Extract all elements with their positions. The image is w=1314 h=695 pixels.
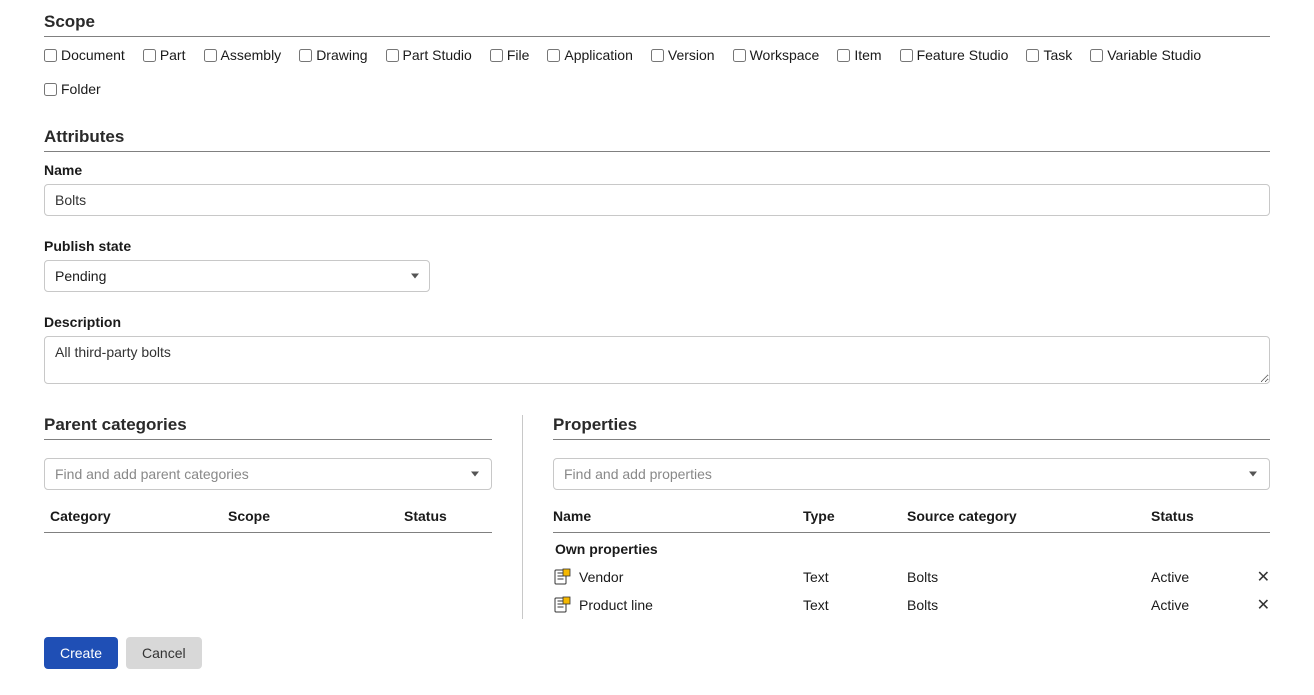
description-label: Description <box>44 314 1270 330</box>
scope-item-part[interactable]: Part <box>143 47 186 63</box>
scope-item-task[interactable]: Task <box>1026 47 1072 63</box>
scope-label: Version <box>668 47 715 63</box>
property-type: Text <box>803 597 907 613</box>
attributes-rule <box>44 151 1270 152</box>
scope-label: Assembly <box>221 47 282 63</box>
property-status: Active <box>1151 597 1242 613</box>
scope-label: Folder <box>61 81 101 97</box>
chevron-down-icon <box>1249 472 1257 477</box>
scope-checkbox-application[interactable] <box>547 49 560 62</box>
scope-label: Task <box>1043 47 1072 63</box>
remove-property-button[interactable]: ✕ <box>1257 598 1270 614</box>
col-name: Name <box>553 508 803 524</box>
scope-item-application[interactable]: Application <box>547 47 633 63</box>
close-icon: ✕ <box>1257 569 1270 586</box>
remove-property-button[interactable]: ✕ <box>1257 570 1270 586</box>
parent-categories-placeholder: Find and add parent categories <box>55 466 249 482</box>
publish-state-label: Publish state <box>44 238 1270 254</box>
properties-placeholder: Find and add properties <box>564 466 712 482</box>
scope-label: Item <box>854 47 881 63</box>
scope-checkbox-drawing[interactable] <box>299 49 312 62</box>
footer-buttons: Create Cancel <box>44 637 1270 669</box>
scope-checkbox-row: Document Part Assembly Drawing Part Stud… <box>44 47 1270 97</box>
scope-label: File <box>507 47 530 63</box>
parent-categories-search[interactable]: Find and add parent categories <box>44 458 492 490</box>
parent-categories-table-head: Category Scope Status <box>44 508 492 533</box>
scope-item-drawing[interactable]: Drawing <box>299 47 367 63</box>
scope-checkbox-task[interactable] <box>1026 49 1039 62</box>
scope-item-folder[interactable]: Folder <box>44 81 101 97</box>
description-textarea[interactable] <box>44 336 1270 384</box>
scope-section-title: Scope <box>44 12 1270 32</box>
scope-checkbox-document[interactable] <box>44 49 57 62</box>
scope-item-item[interactable]: Item <box>837 47 881 63</box>
property-icon <box>553 568 571 586</box>
property-type: Text <box>803 569 907 585</box>
property-status: Active <box>1151 569 1242 585</box>
parent-categories-rule <box>44 439 492 440</box>
scope-label: Part <box>160 47 186 63</box>
own-properties-group-label: Own properties <box>553 533 1270 563</box>
publish-state-field-group: Publish state Pending <box>44 238 1270 292</box>
property-name: Vendor <box>579 569 623 585</box>
scope-label: Document <box>61 47 125 63</box>
create-button[interactable]: Create <box>44 637 118 669</box>
col-type: Type <box>803 508 907 524</box>
property-row: Product line Text Bolts Active ✕ <box>553 591 1270 619</box>
property-name: Product line <box>579 597 653 613</box>
description-field-group: Description <box>44 314 1270 387</box>
scope-checkbox-version[interactable] <box>651 49 664 62</box>
close-icon: ✕ <box>1257 597 1270 614</box>
properties-search[interactable]: Find and add properties <box>553 458 1270 490</box>
scope-item-document[interactable]: Document <box>44 47 125 63</box>
scope-label: Part Studio <box>403 47 472 63</box>
scope-label: Feature Studio <box>917 47 1009 63</box>
property-source-category: Bolts <box>907 597 1151 613</box>
scope-item-variable-studio[interactable]: Variable Studio <box>1090 47 1201 63</box>
scope-label: Drawing <box>316 47 367 63</box>
scope-item-part-studio[interactable]: Part Studio <box>386 47 472 63</box>
scope-checkbox-file[interactable] <box>490 49 503 62</box>
chevron-down-icon <box>471 472 479 477</box>
attributes-section-title: Attributes <box>44 127 1270 147</box>
scope-checkbox-assembly[interactable] <box>204 49 217 62</box>
scope-checkbox-part-studio[interactable] <box>386 49 399 62</box>
properties-title: Properties <box>553 415 1270 435</box>
properties-table-head: Name Type Source category Status <box>553 508 1270 533</box>
cancel-button[interactable]: Cancel <box>126 637 202 669</box>
scope-checkbox-workspace[interactable] <box>733 49 746 62</box>
scope-item-feature-studio[interactable]: Feature Studio <box>900 47 1009 63</box>
scope-item-assembly[interactable]: Assembly <box>204 47 282 63</box>
scope-item-workspace[interactable]: Workspace <box>733 47 820 63</box>
scope-label: Application <box>564 47 633 63</box>
properties-rule <box>553 439 1270 440</box>
scope-label: Workspace <box>750 47 820 63</box>
property-icon <box>553 596 571 614</box>
scope-item-version[interactable]: Version <box>651 47 715 63</box>
scope-checkbox-part[interactable] <box>143 49 156 62</box>
scope-label: Variable Studio <box>1107 47 1201 63</box>
scope-item-file[interactable]: File <box>490 47 530 63</box>
col-scope: Scope <box>228 508 404 524</box>
parent-categories-title: Parent categories <box>44 415 492 435</box>
name-field-group: Name <box>44 162 1270 216</box>
col-category: Category <box>50 508 228 524</box>
property-row: Vendor Text Bolts Active ✕ <box>553 563 1270 591</box>
col-status: Status <box>404 508 486 524</box>
col-source-category: Source category <box>907 508 1151 524</box>
scope-checkbox-item[interactable] <box>837 49 850 62</box>
scope-checkbox-folder[interactable] <box>44 83 57 96</box>
scope-checkbox-variable-studio[interactable] <box>1090 49 1103 62</box>
name-input[interactable] <box>44 184 1270 216</box>
name-label: Name <box>44 162 1270 178</box>
property-source-category: Bolts <box>907 569 1151 585</box>
scope-rule <box>44 36 1270 37</box>
col-status: Status <box>1151 508 1270 524</box>
publish-state-value: Pending <box>55 268 106 284</box>
chevron-down-icon <box>411 274 419 279</box>
scope-checkbox-feature-studio[interactable] <box>900 49 913 62</box>
publish-state-select[interactable]: Pending <box>44 260 430 292</box>
